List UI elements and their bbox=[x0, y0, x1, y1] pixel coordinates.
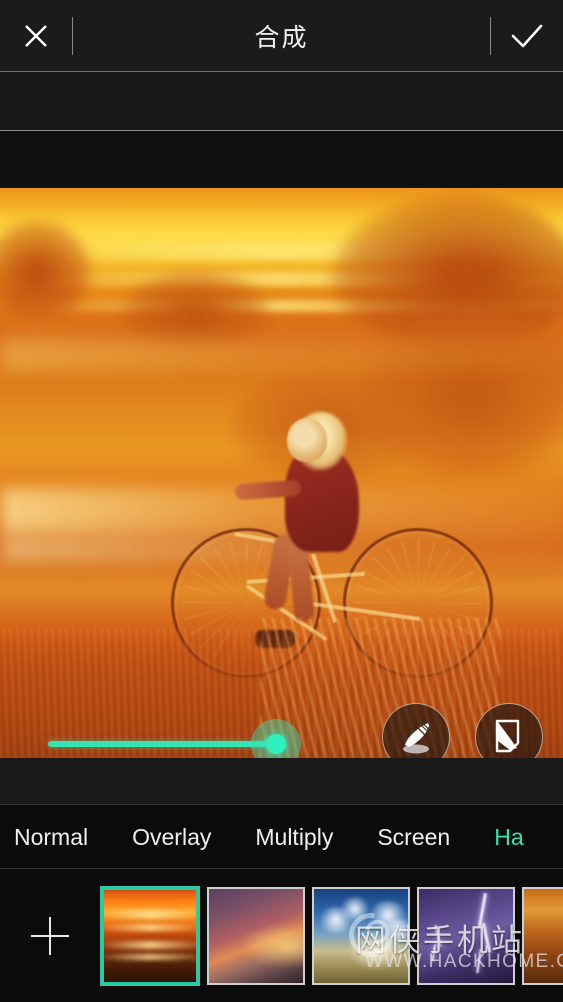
check-icon bbox=[511, 24, 543, 48]
confirm-button[interactable] bbox=[491, 0, 563, 72]
thumbnail-orange-sunset[interactable] bbox=[100, 885, 200, 986]
blend-mode-multiply[interactable]: Multiply bbox=[233, 824, 355, 851]
thumbnail-image bbox=[314, 888, 408, 983]
thumbnail-image bbox=[104, 889, 196, 982]
thumbnail-amber-clouds[interactable] bbox=[522, 886, 563, 985]
slider-track-fill[interactable] bbox=[48, 741, 276, 747]
close-x-icon bbox=[25, 25, 47, 47]
secondary-bar-lower bbox=[0, 131, 563, 188]
slider-thumb[interactable] bbox=[266, 734, 286, 754]
top-toolbar: 合成 bbox=[0, 0, 563, 72]
paintbrush-icon bbox=[403, 723, 430, 754]
page-title: 合成 bbox=[254, 24, 309, 52]
thumbnail-image bbox=[524, 888, 563, 983]
photo-editor-app: 合成 Normal Overlay Multiply Screen Ha 网侠手… bbox=[0, 0, 563, 1002]
thumbnail-blue-sky[interactable] bbox=[312, 886, 410, 985]
thumbnail-image bbox=[419, 888, 513, 983]
blend-mode-normal[interactable]: Normal bbox=[0, 824, 110, 851]
image-canvas[interactable] bbox=[0, 188, 563, 758]
plus-icon bbox=[29, 915, 71, 957]
add-overlay-button[interactable] bbox=[0, 869, 100, 1002]
close-button[interactable] bbox=[0, 0, 72, 72]
blend-mode-row[interactable]: Normal Overlay Multiply Screen Ha bbox=[0, 805, 563, 869]
blend-mode-screen[interactable]: Screen bbox=[355, 824, 472, 851]
blend-gap bbox=[0, 758, 563, 805]
blend-mode-hardlight[interactable]: Ha bbox=[472, 824, 545, 851]
overlay-thumbnail-strip[interactable] bbox=[0, 869, 563, 1002]
thumbnail-lightning[interactable] bbox=[417, 886, 515, 985]
composite-photo bbox=[0, 188, 563, 758]
thumbnail-purple-dusk[interactable] bbox=[207, 886, 305, 985]
blend-mode-overlay[interactable]: Overlay bbox=[110, 824, 233, 851]
page-curl-icon bbox=[495, 719, 520, 753]
thumbnail-image bbox=[209, 888, 303, 983]
blend-overlay-layer bbox=[0, 188, 563, 758]
